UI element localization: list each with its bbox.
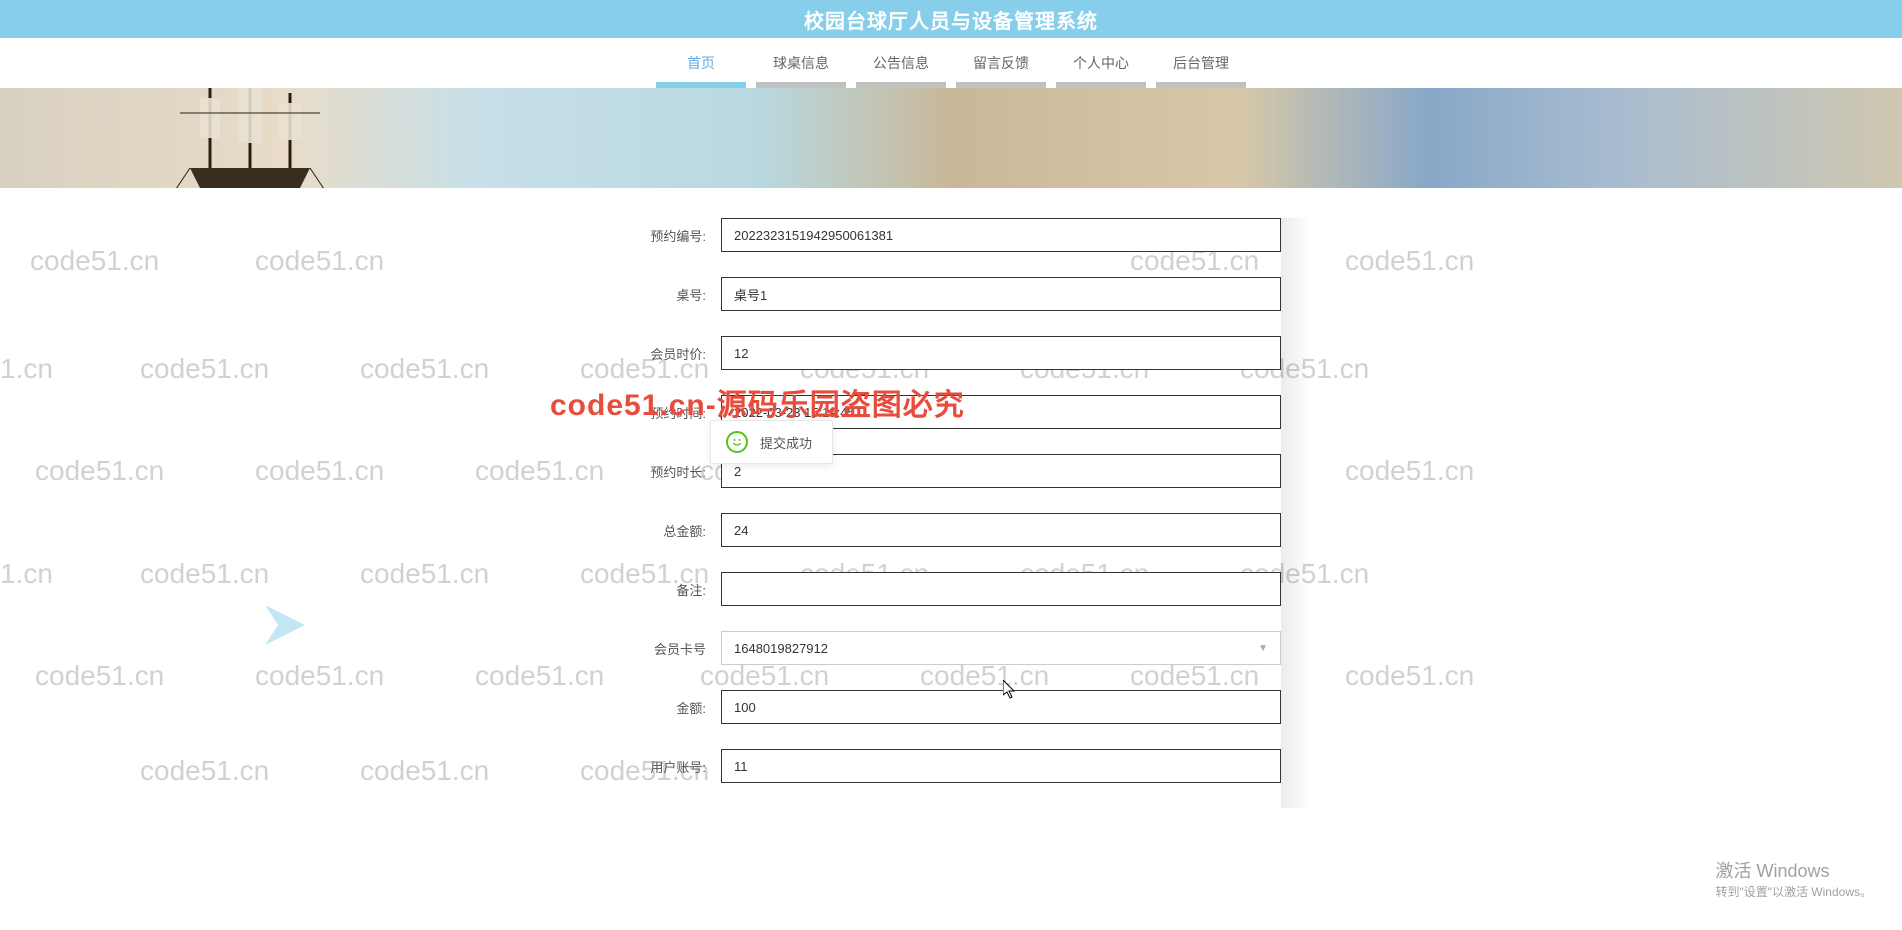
- form-row-amount: 金额:: [621, 690, 1281, 724]
- label-booking-number: 预约编号:: [621, 226, 721, 245]
- form-row-remark: 备注:: [621, 572, 1281, 606]
- windows-activate-title: 激活 Windows: [1715, 857, 1872, 883]
- label-member-rate: 会员时价:: [621, 344, 721, 363]
- select-member-card-value: 1648019827912: [734, 641, 828, 656]
- label-user-account: 用户账号:: [621, 757, 721, 776]
- windows-activate-notice: 激活 Windows 转到"设置"以激活 Windows。: [1715, 857, 1872, 900]
- main-content: 预约编号: 桌号: 会员时价: 预约时间: 预约时长: 总金额:: [0, 188, 1902, 808]
- red-watermark: code51.cn-源码乐园盗图必究: [550, 380, 965, 424]
- input-remark[interactable]: [721, 572, 1281, 606]
- select-member-card[interactable]: 1648019827912 ▼: [721, 631, 1281, 665]
- form-row-member-card: 会员卡号 1648019827912 ▼: [621, 631, 1281, 665]
- label-remark: 备注:: [621, 580, 721, 599]
- nav-item-home[interactable]: 首页: [656, 43, 746, 83]
- form-row-booking-number: 预约编号:: [621, 218, 1281, 252]
- nav-item-profile[interactable]: 个人中心: [1056, 43, 1146, 83]
- form-row-total-amount: 总金额:: [621, 513, 1281, 547]
- label-total-amount: 总金额:: [621, 521, 721, 540]
- nav-item-feedback[interactable]: 留言反馈: [956, 43, 1046, 83]
- label-amount: 金额:: [621, 698, 721, 717]
- label-member-card: 会员卡号: [621, 639, 721, 658]
- mouse-cursor-icon: [1003, 680, 1019, 705]
- label-table-number: 桌号:: [621, 285, 721, 304]
- nav-item-table-info[interactable]: 球桌信息: [756, 43, 846, 83]
- booking-form: 预约编号: 桌号: 会员时价: 预约时间: 预约时长: 总金额:: [621, 218, 1281, 808]
- form-row-table-number: 桌号:: [621, 277, 1281, 311]
- windows-activate-subtitle: 转到"设置"以激活 Windows。: [1715, 883, 1872, 900]
- label-duration: 预约时长:: [621, 462, 721, 481]
- input-member-rate[interactable]: [721, 336, 1281, 370]
- toast-message: 提交成功: [760, 433, 812, 452]
- cursor-triangle-icon: [260, 600, 310, 655]
- nav-bar: 首页 球桌信息 公告信息 留言反馈 个人中心 后台管理: [0, 38, 1902, 88]
- nav-item-admin[interactable]: 后台管理: [1156, 43, 1246, 83]
- header-bar: 校园台球厅人员与设备管理系统: [0, 0, 1902, 38]
- form-row-member-rate: 会员时价:: [621, 336, 1281, 370]
- success-toast: 提交成功: [710, 420, 833, 464]
- input-amount[interactable]: [721, 690, 1281, 724]
- input-booking-number[interactable]: [721, 218, 1281, 252]
- chevron-down-icon: ▼: [1258, 643, 1268, 654]
- input-user-account[interactable]: [721, 749, 1281, 783]
- nav-item-announcement[interactable]: 公告信息: [856, 43, 946, 83]
- input-table-number[interactable]: [721, 277, 1281, 311]
- success-icon: [726, 431, 748, 453]
- banner-image: [0, 88, 1902, 188]
- input-total-amount[interactable]: [721, 513, 1281, 547]
- header-title: 校园台球厅人员与设备管理系统: [804, 5, 1098, 34]
- form-row-user-account: 用户账号:: [621, 749, 1281, 783]
